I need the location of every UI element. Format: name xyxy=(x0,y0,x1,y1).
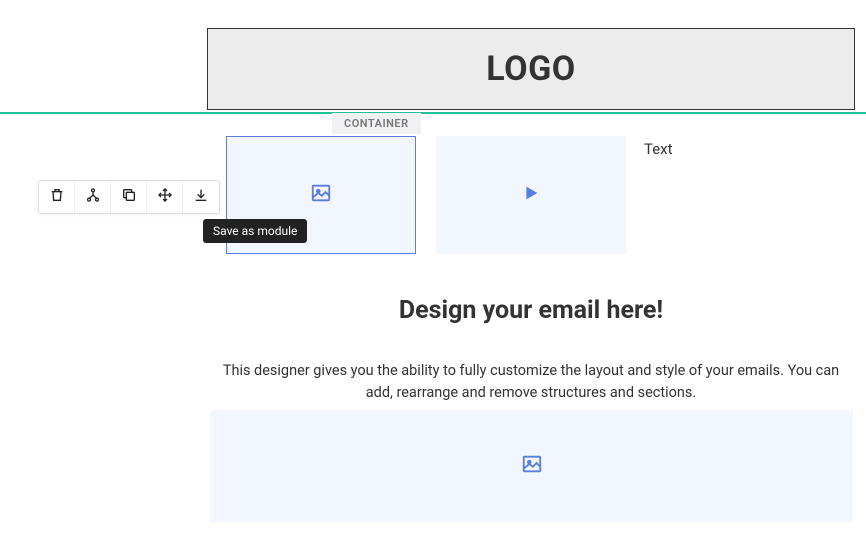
image-icon xyxy=(310,182,332,208)
delete-button[interactable] xyxy=(39,181,75,213)
save-module-tooltip: Save as module xyxy=(203,219,307,243)
page-heading: Design your email here! xyxy=(207,296,855,325)
selection-top-divider xyxy=(0,112,866,114)
logo-text: LOGO xyxy=(486,49,575,89)
move-button[interactable] xyxy=(147,181,183,213)
move-icon xyxy=(157,187,173,207)
text-block-label[interactable]: Text xyxy=(644,140,673,158)
tree-icon xyxy=(85,187,101,207)
image-icon xyxy=(521,453,543,479)
play-icon xyxy=(520,182,542,208)
save-module-button[interactable] xyxy=(183,181,219,213)
copy-icon xyxy=(121,187,137,207)
video-block[interactable] xyxy=(436,136,626,254)
page-description: This designer gives you the ability to f… xyxy=(207,360,855,404)
copy-button[interactable] xyxy=(111,181,147,213)
trash-icon xyxy=(49,187,65,207)
download-icon xyxy=(193,187,209,207)
logo-header: LOGO xyxy=(207,28,855,110)
image-placeholder-block[interactable] xyxy=(210,410,853,522)
structure-button[interactable] xyxy=(75,181,111,213)
selection-tag: CONTAINER xyxy=(332,113,421,134)
element-toolbar xyxy=(38,180,220,214)
